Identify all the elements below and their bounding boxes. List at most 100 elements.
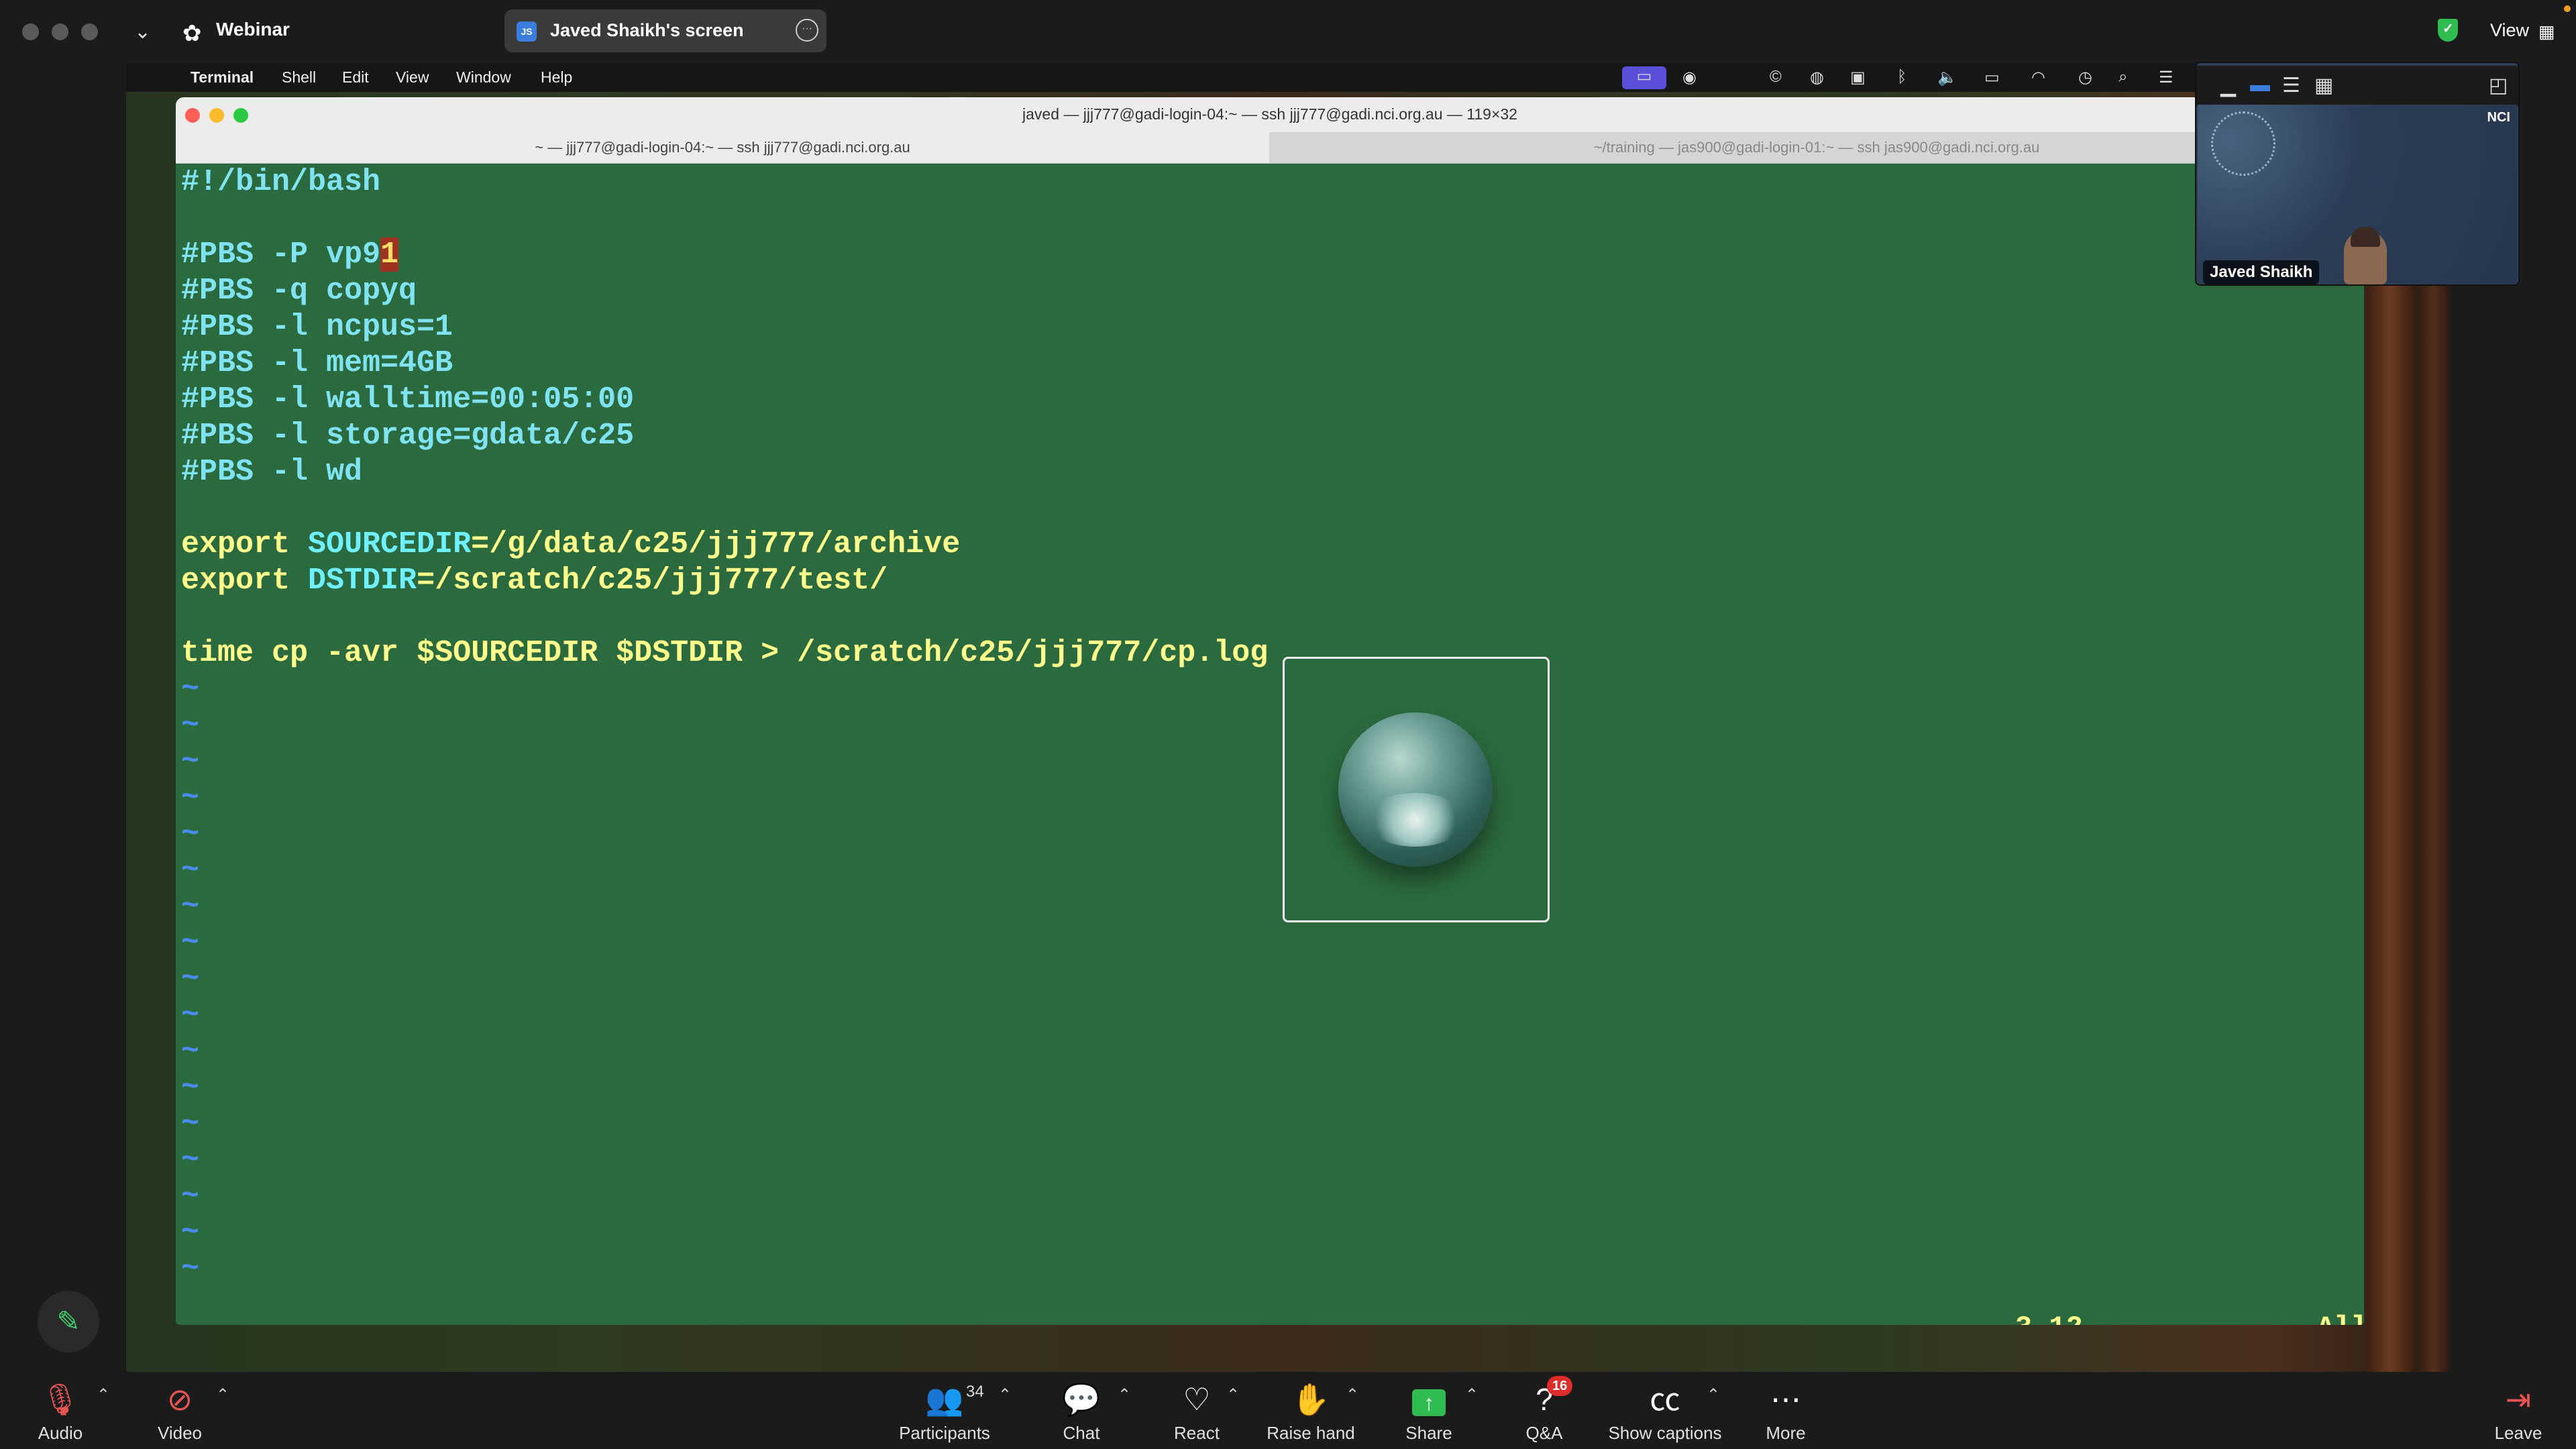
react-options-caret-icon[interactable]: ⌃ [1226,1385,1240,1405]
empty-line-tilde: ~ [181,1071,200,1105]
globe-icon[interactable]: ◍ [1810,68,1824,87]
show-captions-label: Show captions [1608,1423,1722,1443]
time-machine-icon[interactable]: ◷ [2078,68,2092,87]
gallery-view-icon[interactable]: ▦ [2314,74,2333,97]
empty-line-tilde: ~ [181,926,200,960]
empty-line-tilde: ~ [181,1034,200,1069]
audio-options-caret-icon[interactable]: ⌃ [97,1385,110,1405]
terminal-titlebar: javed — jjj777@gadi-login-04:~ — ssh jjj… [176,97,2364,132]
exit-video-panel-icon[interactable]: ◰ [2489,74,2508,97]
menu-view[interactable]: View [396,68,429,87]
terminal-tab-gadi-login-04[interactable]: ~ — jjj777@gadi-login-04:~ — ssh jjj777@… [176,132,1269,163]
speaker-view-icon[interactable]: ▬ [2250,74,2270,97]
window-zoom-button[interactable] [81,23,98,40]
code-line-pbs-wd: #PBS -l wd [181,455,363,489]
empty-line-tilde: ~ [181,1107,200,1141]
menu-help[interactable]: Help [541,68,572,87]
participants-icon: 👥 [925,1382,964,1417]
empty-line-tilde: ~ [181,1179,200,1214]
dstdir-value: =/scratch/c25/jjj777/test/ [417,564,888,598]
share-screen-icon: ↑ [1403,1381,1454,1417]
logo-rings-graphic [2211,111,2275,176]
terminal-window-title: javed — jjj777@gadi-login-04:~ — ssh jjj… [1022,105,1517,123]
notification-dot [2564,5,2571,12]
minimize-video-icon[interactable]: ▁ [2220,74,2236,97]
vpn-icon[interactable]: ▣ [1850,68,1866,87]
share-label: Share [1405,1423,1452,1443]
more-dots-icon: ⋯ [1770,1382,1801,1417]
audio-label: Audio [38,1423,83,1443]
view-grid-icon[interactable]: ▦ [2538,21,2555,42]
show-captions-button[interactable]: ㏄ Show captions [1608,1372,1721,1449]
empty-line-tilde: ~ [181,745,200,779]
leave-label: Leave [2494,1423,2542,1443]
recording-status-icon[interactable]: ◉ [1682,68,1697,87]
empty-line-tilde: ~ [181,890,200,924]
menu-window[interactable]: Window [456,68,511,87]
empty-line-tilde: ~ [181,817,200,851]
share-button[interactable]: ↑ Share [1403,1372,1454,1449]
vim-editor[interactable]: #!/bin/bash #PBS -P vp91 #PBS -q copyq #… [181,164,2355,1298]
raise-hand-options-caret-icon[interactable]: ⌃ [1346,1385,1359,1405]
control-center-icon[interactable]: ☰ [2159,68,2174,87]
floating-overlay-window[interactable] [1283,657,1550,922]
participant-video-tile[interactable]: ▁ ▬ ☰ ▦ ◰ NCI Javed Shaikh [2195,62,2520,286]
background-tree [2420,198,2447,1372]
code-line-pbs-queue: #PBS -q copyq [181,274,417,308]
menu-edit[interactable]: Edit [342,68,369,87]
code-line-export-dstdir: export DSTDIR=/scratch/c25/jjj777/test/ [181,563,888,599]
video-options-caret-icon[interactable]: ⌃ [216,1385,229,1405]
raise-hand-button[interactable]: ✋ Raise hand [1267,1372,1355,1449]
chevron-down-icon[interactable]: ⌄ [134,20,151,44]
empty-line-tilde: ~ [181,1143,200,1177]
empty-line-tilde: ~ [181,672,200,706]
shared-screen-tab[interactable]: JS Javed Shaikh's screen ··· [504,9,826,52]
security-shield-icon[interactable] [2438,19,2458,42]
volume-icon[interactable]: 🔈 [1937,68,1957,87]
annotate-pen-icon[interactable]: ✎ [38,1291,99,1352]
battery-icon[interactable]: ▭ [1984,68,2000,87]
window-close-button[interactable] [22,23,39,40]
chat-button[interactable]: 💬 Chat [1056,1372,1107,1449]
shared-screen-label: Javed Shaikh's screen [550,20,744,40]
empty-line-tilde: ~ [181,781,200,815]
export-keyword: export [181,527,309,561]
spotlight-search-icon[interactable]: ⌕ [2118,68,2127,87]
bluetooth-icon[interactable]: ᛒ [1897,68,1907,87]
view-button[interactable]: View [2490,20,2529,41]
code-line-pbs-walltime: #PBS -l walltime=00:05:00 [181,382,635,417]
participants-button[interactable]: 👥 Participants [899,1372,990,1449]
leave-button[interactable]: ⇥ Leave [2493,1372,2544,1449]
leave-door-icon: ⇥ [2505,1382,2532,1417]
text-cursor: 1 [380,237,399,272]
window-minimize-button[interactable] [52,23,68,40]
muted-microphone-icon: 🎙 [40,1382,80,1417]
code-line-pbs-ncpus: #PBS -l ncpus=1 [181,310,453,344]
qa-unread-badge: 16 [1547,1376,1573,1396]
video-button[interactable]: ⊘ Video [154,1372,205,1449]
react-button[interactable]: ♡ React [1171,1372,1222,1449]
menu-terminal[interactable]: Terminal [191,68,254,87]
heart-icon: ♡ [1183,1382,1211,1417]
more-options-icon[interactable]: ··· [796,19,818,42]
grammarly-icon[interactable]: © [1770,68,1782,87]
video-tile-controls: ▁ ▬ ☰ ▦ ◰ [2196,66,2518,106]
chat-options-caret-icon[interactable]: ⌃ [1118,1385,1131,1405]
stacked-view-icon[interactable]: ☰ [2282,74,2300,97]
participants-options-caret-icon[interactable]: ⌃ [998,1385,1012,1405]
captions-options-caret-icon[interactable]: ⌃ [1707,1385,1720,1405]
terminal-window[interactable]: javed — jjj777@gadi-login-04:~ — ssh jjj… [176,97,2364,1325]
more-button[interactable]: ⋯ More [1760,1372,1811,1449]
audio-button[interactable]: 🎙 Audio [35,1372,86,1449]
webinar-label: Webinar [216,19,290,40]
terminal-tab-bar: ~ — jjj777@gadi-login-04:~ — ssh jjj777@… [176,132,2364,164]
participants-count: 34 [966,1383,984,1401]
export-keyword: export [181,564,309,598]
screen-share-status-icon[interactable]: ▭ [1622,66,1666,89]
participant-avatar [2344,227,2387,284]
menu-shell[interactable]: Shell [282,68,316,87]
empty-line-tilde: ~ [181,962,200,996]
wifi-icon[interactable]: ◠ [2031,68,2045,87]
react-label: React [1174,1423,1220,1443]
share-options-caret-icon[interactable]: ⌃ [1465,1385,1479,1405]
